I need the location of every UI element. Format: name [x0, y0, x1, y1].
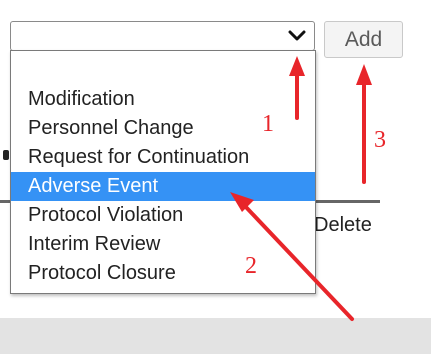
option-interim-review[interactable]: Interim Review: [11, 230, 315, 259]
option-protocol-closure[interactable]: Protocol Closure: [11, 259, 315, 288]
option-modification[interactable]: Modification: [11, 85, 315, 114]
submission-type-dropdown: Modification Personnel Change Request fo…: [10, 50, 316, 294]
step-number-1: 1: [262, 111, 274, 137]
panel-edge: [417, 0, 431, 318]
option-adverse-event[interactable]: Adverse Event: [11, 172, 315, 201]
step-number-2: 2: [245, 253, 257, 279]
option-protocol-violation[interactable]: Protocol Violation: [11, 201, 315, 230]
step-number-3: 3: [374, 127, 386, 153]
option-request-for-continuation[interactable]: Request for Continuation: [11, 143, 315, 172]
background-fragment: [3, 150, 9, 160]
delete-column-header: Delete: [314, 214, 372, 236]
chevron-down-icon: [288, 30, 306, 41]
add-button[interactable]: Add: [324, 21, 403, 58]
dropdown-empty-option[interactable]: [11, 51, 315, 85]
page-background-band: [0, 318, 431, 354]
submission-type-select[interactable]: [10, 21, 315, 51]
